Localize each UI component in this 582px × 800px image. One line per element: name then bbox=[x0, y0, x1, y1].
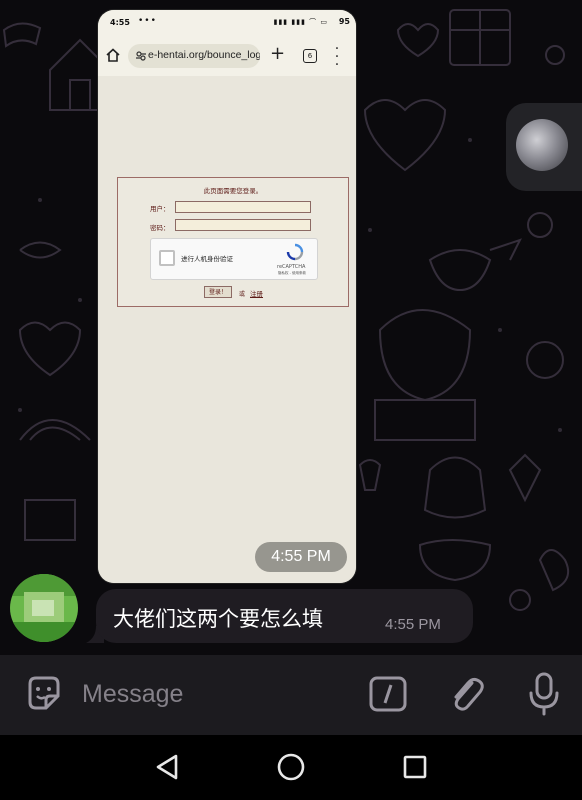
login-heading: 此页面需要您登录。 bbox=[203, 187, 263, 195]
signal-wifi-icons: ▮▮▮ ▮▮▮ ⌒ ▭ bbox=[273, 18, 328, 26]
recaptcha-widget: 进行人机身份验证 reCAPTCHA 隐私权 - 使用条款 bbox=[150, 238, 318, 280]
slash-command-icon[interactable] bbox=[368, 674, 408, 714]
url-text: e-hentai.org/bounce_log bbox=[148, 49, 260, 61]
password-label: 密码： bbox=[150, 224, 170, 232]
new-tab-icon: + bbox=[270, 43, 286, 64]
text-message[interactable]: 大佬们这两个要怎么填 4:55 PM bbox=[96, 589, 473, 643]
system-navigation-bar bbox=[0, 735, 582, 800]
browser-toolbar: e-hentai.org/bounce_log + 6 · · · bbox=[98, 36, 356, 76]
avatar[interactable] bbox=[10, 574, 78, 642]
site-settings-icon bbox=[136, 51, 146, 61]
or-text: 或 bbox=[239, 291, 246, 298]
phone-status-bar: 4:55 ••• ▮▮▮ ▮▮▮ ⌒ ▭ 95 bbox=[98, 10, 356, 36]
message-text: 大佬们这两个要怎么填 bbox=[113, 607, 323, 631]
circle-home-icon[interactable] bbox=[277, 753, 305, 781]
message-composer: Message bbox=[0, 655, 582, 735]
status-dots: ••• bbox=[138, 16, 157, 26]
username-label: 用户： bbox=[150, 205, 170, 213]
avatar-pixel-block bbox=[32, 600, 54, 616]
recaptcha-brand: reCAPTCHA bbox=[277, 264, 306, 270]
square-recents-icon[interactable] bbox=[403, 755, 427, 779]
image-message[interactable]: 4:55 ••• ▮▮▮ ▮▮▮ ⌒ ▭ 95 e-hentai.org/bou… bbox=[98, 10, 356, 583]
message-input[interactable]: Message bbox=[82, 680, 183, 709]
floating-scroll-button[interactable] bbox=[506, 103, 582, 191]
captcha-checkbox bbox=[159, 250, 175, 266]
status-time: 4:55 bbox=[110, 18, 130, 27]
scroll-orb-icon bbox=[516, 119, 568, 171]
tab-count: 6 bbox=[303, 49, 317, 63]
message-time: 4:55 PM bbox=[385, 616, 441, 633]
image-message-time: 4:55 PM bbox=[255, 542, 347, 572]
username-input bbox=[175, 201, 311, 213]
battery-level: 95 bbox=[338, 17, 350, 26]
paperclip-icon[interactable] bbox=[446, 673, 486, 715]
register-link: 注册 bbox=[250, 290, 263, 298]
avatar-pixel-block bbox=[10, 622, 78, 642]
web-page: 此页面需要您登录。 用户： 密码： 进行人机身份验证 reCAPTCHA 隐私权… bbox=[98, 76, 356, 583]
vertical-dots-icon: · · · bbox=[334, 41, 340, 73]
recaptcha-logo-icon bbox=[286, 243, 304, 261]
login-form: 此页面需要您登录。 用户： 密码： 进行人机身份验证 reCAPTCHA 隐私权… bbox=[117, 177, 349, 307]
url-bar: e-hentai.org/bounce_log bbox=[128, 44, 260, 68]
microphone-icon[interactable] bbox=[526, 671, 562, 717]
login-button: 登录！ bbox=[204, 286, 233, 298]
recaptcha-links: 隐私权 - 使用条款 bbox=[278, 271, 306, 275]
captcha-label: 进行人机身份验证 bbox=[181, 255, 233, 263]
triangle-back-icon[interactable] bbox=[154, 753, 180, 781]
home-icon bbox=[106, 48, 120, 62]
sticker-icon[interactable] bbox=[24, 674, 64, 714]
password-input bbox=[175, 219, 311, 231]
